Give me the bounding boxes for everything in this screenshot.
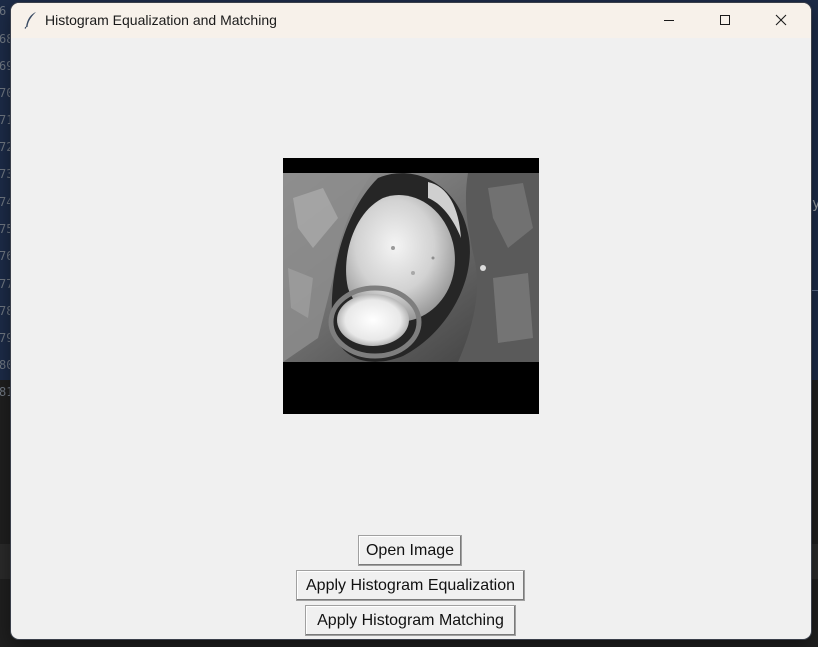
maximize-icon <box>719 11 731 30</box>
close-button[interactable] <box>758 3 804 38</box>
minimize-button[interactable] <box>646 3 692 38</box>
close-icon <box>775 11 787 30</box>
app-window: Histogram Equalization and Matching Open… <box>11 3 811 639</box>
line-number: 6 <box>0 4 7 18</box>
apply-matching-button[interactable]: Apply Histogram Matching <box>305 605 516 636</box>
window-title: Histogram Equalization and Matching <box>45 12 277 28</box>
displayed-image <box>283 158 539 414</box>
open-image-button[interactable]: Open Image <box>358 535 462 566</box>
title-bar[interactable]: Histogram Equalization and Matching <box>11 3 811 38</box>
maximize-button[interactable] <box>702 3 748 38</box>
divider <box>812 290 818 291</box>
editor-text-fragment: y <box>812 196 818 212</box>
apply-equalization-button[interactable]: Apply Histogram Equalization <box>296 570 525 601</box>
feather-icon <box>23 11 39 29</box>
minimize-icon <box>663 11 675 30</box>
